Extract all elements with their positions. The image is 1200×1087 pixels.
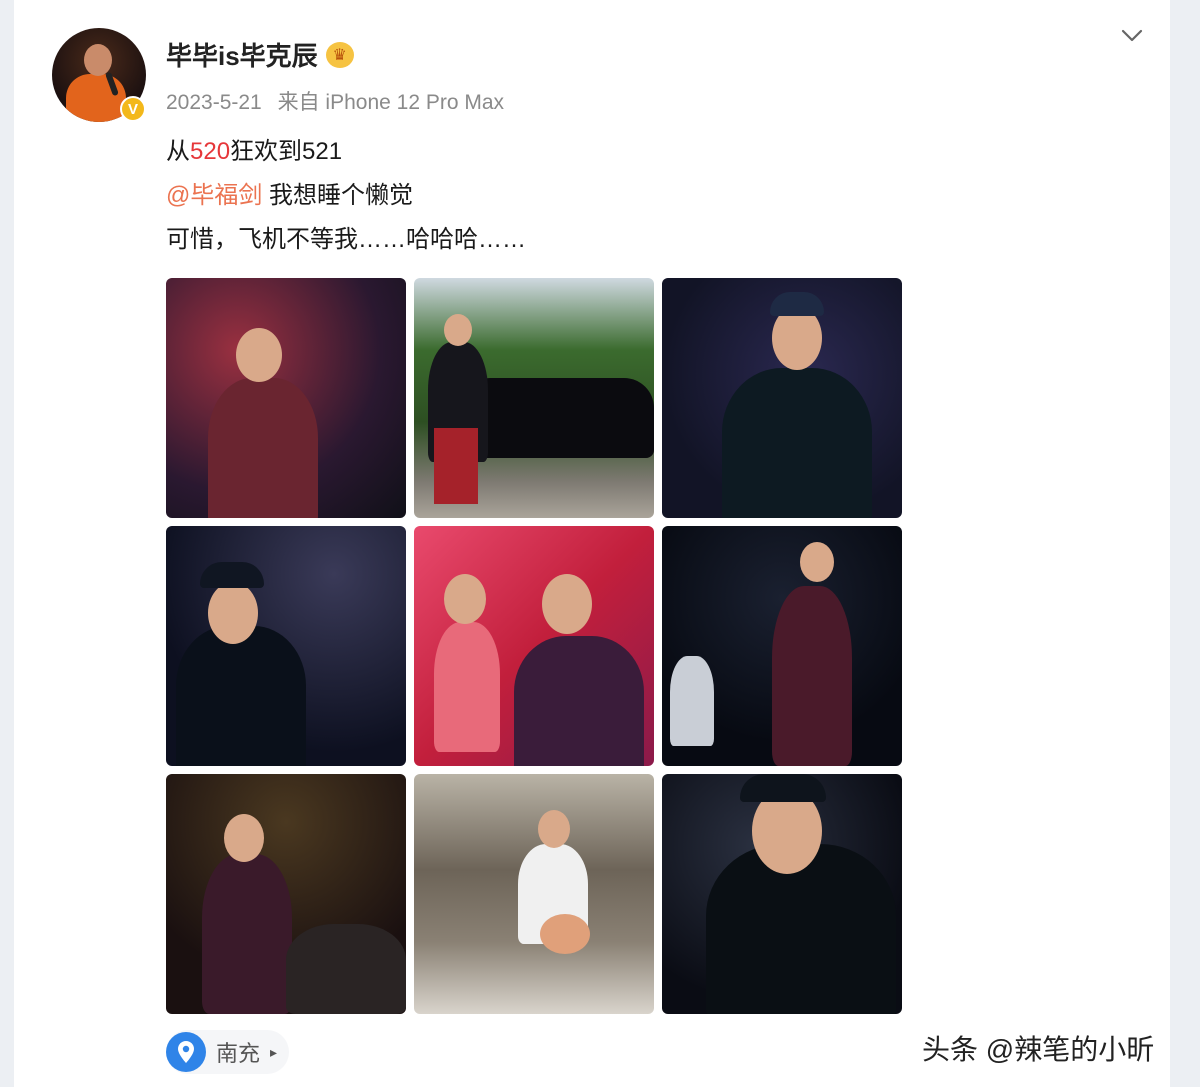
photo-7-crowd <box>286 924 406 1014</box>
photo-7[interactable] <box>166 774 406 1014</box>
photo-1-head <box>236 328 282 382</box>
crown-icon[interactable]: ♛ <box>325 41 354 68</box>
post-line-3: 可惜，飞机不等我……哈哈哈…… <box>166 226 526 253</box>
post-line-2: @毕福剑 我想睡个懒觉 <box>166 174 526 218</box>
watermark: 头条 @辣笔的小昕 <box>922 1034 1155 1065</box>
photo-3[interactable] <box>662 278 902 518</box>
photo-5-girl-head <box>444 574 486 624</box>
photo-6-figure <box>772 586 852 766</box>
photo-5-man-head <box>542 574 592 634</box>
avatar-body <box>66 74 126 122</box>
verified-icon: V <box>120 96 146 122</box>
photo-7-figure <box>202 854 292 1014</box>
location-pin-icon <box>166 1032 206 1072</box>
weibo-post-card: V 毕毕is毕克辰 ♛ 2023-5-21 来自 iPhone 12 Pro M… <box>14 0 1170 1087</box>
photo-2-car <box>474 378 654 458</box>
photo-4[interactable] <box>166 526 406 766</box>
post-line-1: 从520狂欢到521 <box>166 130 526 174</box>
chevron-right-icon: ▸ <box>270 1043 278 1060</box>
photo-9[interactable] <box>662 774 902 1014</box>
photo-6[interactable] <box>662 526 902 766</box>
photo-1[interactable] <box>166 278 406 518</box>
photo-6-bystander <box>670 656 714 746</box>
photo-7-head <box>224 814 264 862</box>
photo-8-head <box>538 810 570 848</box>
photo-9-cap <box>740 774 826 802</box>
post-line-1-suffix: 狂欢到521 <box>230 138 343 165</box>
photo-4-figure <box>176 626 306 766</box>
photo-6-head <box>800 542 834 582</box>
username[interactable]: 毕毕is毕克辰 <box>166 36 318 73</box>
username-row: 毕毕is毕克辰 ♛ <box>166 36 354 73</box>
location-label: 南充 <box>216 1041 261 1066</box>
photo-5[interactable] <box>414 526 654 766</box>
post-line-1-prefix: 从 <box>166 138 190 165</box>
photo-5-girl <box>434 622 500 752</box>
photo-8[interactable] <box>414 774 654 1014</box>
photo-3-figure <box>722 368 872 518</box>
chevron-down-icon[interactable] <box>1114 22 1150 50</box>
photo-grid <box>166 278 902 1014</box>
photo-2[interactable] <box>414 278 654 518</box>
photo-2-pants <box>434 428 478 504</box>
post-text: 从520狂欢到521 @毕福剑 我想睡个懒觉 可惜，飞机不等我……哈哈哈…… <box>166 130 526 262</box>
post-line-2-rest: 我想睡个懒觉 <box>262 182 414 209</box>
post-meta: 2023-5-21 来自 iPhone 12 Pro Max <box>166 86 514 116</box>
photo-2-head <box>444 314 472 346</box>
photo-4-cap <box>200 562 264 588</box>
mention-link[interactable]: @毕福剑 <box>166 182 262 209</box>
photo-3-cap <box>770 292 824 316</box>
photo-4-head <box>208 582 258 644</box>
location-tag[interactable]: 南充 ▸ <box>166 1030 290 1074</box>
avatar-head <box>84 44 112 76</box>
photo-5-man <box>514 636 644 766</box>
post-date: 2023-5-21 <box>166 91 262 114</box>
post-source: 来自 iPhone 12 Pro Max <box>277 91 505 114</box>
photo-8-flowers <box>540 914 590 954</box>
photo-1-figure <box>208 378 318 518</box>
post-highlight-number: 520 <box>190 138 231 165</box>
